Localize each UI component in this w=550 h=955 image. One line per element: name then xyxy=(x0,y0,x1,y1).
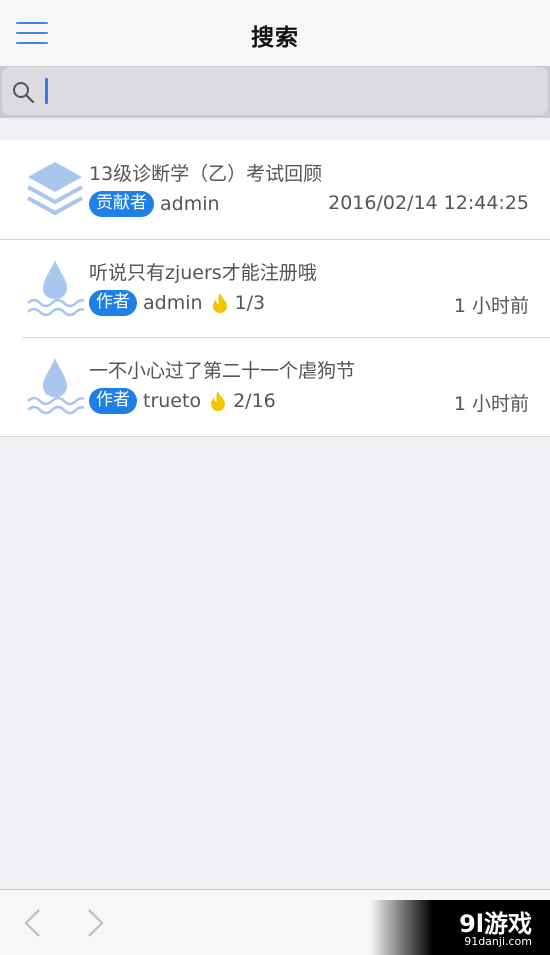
chevron-left-icon[interactable] xyxy=(22,908,44,938)
item-username: trueto xyxy=(143,390,202,412)
stack-layers-icon xyxy=(27,162,83,215)
search-icon xyxy=(13,82,35,104)
role-badge: 作者 xyxy=(89,388,137,414)
search-input[interactable] xyxy=(42,73,538,109)
bottom-toolbar: 9l游戏 91danji.com xyxy=(0,889,550,955)
role-badge: 作者 xyxy=(89,289,137,316)
watermark-logo-text: 9l游戏 xyxy=(459,910,532,938)
navigation-bar: 搜索 xyxy=(0,0,550,66)
item-timestamp: 1 小时前 xyxy=(453,294,529,317)
list-item[interactable]: 13级诊断学（乙）考试回顾 贡献者 admin 2016/02/14 12:44… xyxy=(0,140,550,239)
site-watermark: 9l游戏 91danji.com xyxy=(370,900,550,955)
chevron-right-icon[interactable] xyxy=(84,908,106,938)
search-bar xyxy=(0,66,550,118)
search-results-list: 13级诊断学（乙）考试回顾 贡献者 admin 2016/02/14 12:44… xyxy=(0,140,550,437)
water-drop-icon xyxy=(27,358,84,415)
role-badge: 贡献者 xyxy=(89,191,154,217)
item-title: 一不小心过了第二十一个虐狗节 xyxy=(89,360,356,382)
item-timestamp: 2016/02/14 12:44:25 xyxy=(328,192,529,214)
item-title: 13级诊断学（乙）考试回顾 xyxy=(89,163,323,185)
fire-icon xyxy=(211,391,226,411)
item-meta: 作者 admin 1/3 xyxy=(89,289,266,316)
item-title: 听说只有zjuers才能注册哦 xyxy=(89,261,317,284)
item-timestamp: 1 小时前 xyxy=(453,393,529,415)
item-meta: 贡献者 admin xyxy=(89,191,228,217)
list-item[interactable]: 一不小心过了第二十一个虐狗节 作者 trueto 2/16 1 小时前 xyxy=(0,337,550,436)
page-title: 搜索 xyxy=(251,25,299,51)
item-username: admin xyxy=(143,291,203,314)
reply-count: 1/3 xyxy=(234,291,266,314)
watermark-url: 91danji.com xyxy=(464,935,532,948)
item-username: admin xyxy=(160,193,220,215)
reply-count: 2/16 xyxy=(233,390,276,412)
search-field[interactable] xyxy=(2,67,548,115)
text-caret xyxy=(45,78,48,104)
water-drop-icon xyxy=(27,259,84,316)
item-meta: 作者 trueto 2/16 xyxy=(89,388,276,414)
fire-icon xyxy=(212,292,227,313)
list-item[interactable]: 听说只有zjuers才能注册哦 作者 admin 1/3 1 小时前 xyxy=(0,238,550,338)
